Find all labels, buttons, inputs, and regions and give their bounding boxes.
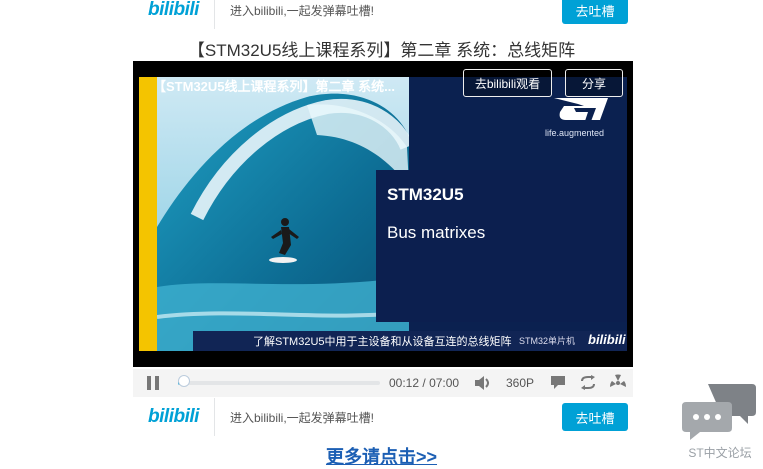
comment-button[interactable]: 去吐槽 xyxy=(562,403,628,431)
caption-text: 了解STM32U5中用于主设备和从设备互连的总线矩阵 xyxy=(253,336,512,348)
video-player[interactable]: STM32U5 Bus matrixes life.augmented 了解ST… xyxy=(133,61,633,367)
yellow-stripe xyxy=(139,77,157,351)
comment-prompt[interactable]: 进入bilibili,一起发弹幕吐槽! xyxy=(215,409,562,426)
comment-button[interactable]: 去吐槽 xyxy=(562,0,628,24)
channel-name: STM32单片机 xyxy=(519,336,576,346)
forum-label: ST中文论坛 xyxy=(688,446,752,460)
video-title[interactable]: 【STM32U5线上课程系列】第二章 系统... xyxy=(153,76,395,95)
quality-selector[interactable]: 360P xyxy=(506,376,534,390)
surf-wave-image xyxy=(157,77,409,351)
st-tagline: life.augmented xyxy=(545,128,605,138)
bilibili-logo[interactable]: bilibili xyxy=(133,0,215,29)
page-title: 【STM32U5线上课程系列】第二章 系统：总线矩阵 xyxy=(187,41,576,60)
bottom-comment-bar: bilibili 进入bilibili,一起发弹幕吐槽! 去吐槽 xyxy=(133,398,633,436)
progress-handle[interactable] xyxy=(178,375,190,387)
radiation-icon[interactable] xyxy=(609,374,627,391)
volume-icon[interactable] xyxy=(474,376,491,390)
chat-bubbles-icon xyxy=(682,384,756,440)
pause-icon[interactable] xyxy=(146,375,160,391)
bilibili-watermark: bilibili xyxy=(588,332,626,347)
danmaku-icon[interactable] xyxy=(550,375,566,390)
bilibili-logo[interactable]: bilibili xyxy=(133,398,215,436)
slide-heading: STM32U5 xyxy=(387,185,464,204)
current-time: 00:12 xyxy=(389,376,420,390)
top-comment-bar: bilibili 进入bilibili,一起发弹幕吐槽! 去吐槽 xyxy=(133,0,633,29)
forum-widget[interactable]: ST中文论坛 xyxy=(682,382,758,464)
more-link[interactable]: 更多请点击>> xyxy=(0,443,763,469)
progress-track[interactable] xyxy=(178,381,380,385)
time-display: 00:12 / 07:00 xyxy=(389,376,459,390)
video-frame: STM32U5 Bus matrixes life.augmented 了解ST… xyxy=(139,77,627,351)
share-button[interactable]: 分享 xyxy=(565,69,623,97)
comment-prompt[interactable]: 进入bilibili,一起发弹幕吐槽! xyxy=(215,2,562,19)
player-controls: 00:12 / 07:00 360P xyxy=(133,369,633,397)
duration: 07:00 xyxy=(429,376,460,390)
time-separator: / xyxy=(422,376,426,390)
watch-on-bilibili-button[interactable]: 去bilibili观看 xyxy=(463,69,552,97)
loop-icon[interactable] xyxy=(580,375,596,390)
video-caption: 了解STM32U5中用于主设备和从设备互连的总线矩阵 STM32单片机 bili… xyxy=(193,331,627,351)
slide-subheading: Bus matrixes xyxy=(387,223,486,242)
